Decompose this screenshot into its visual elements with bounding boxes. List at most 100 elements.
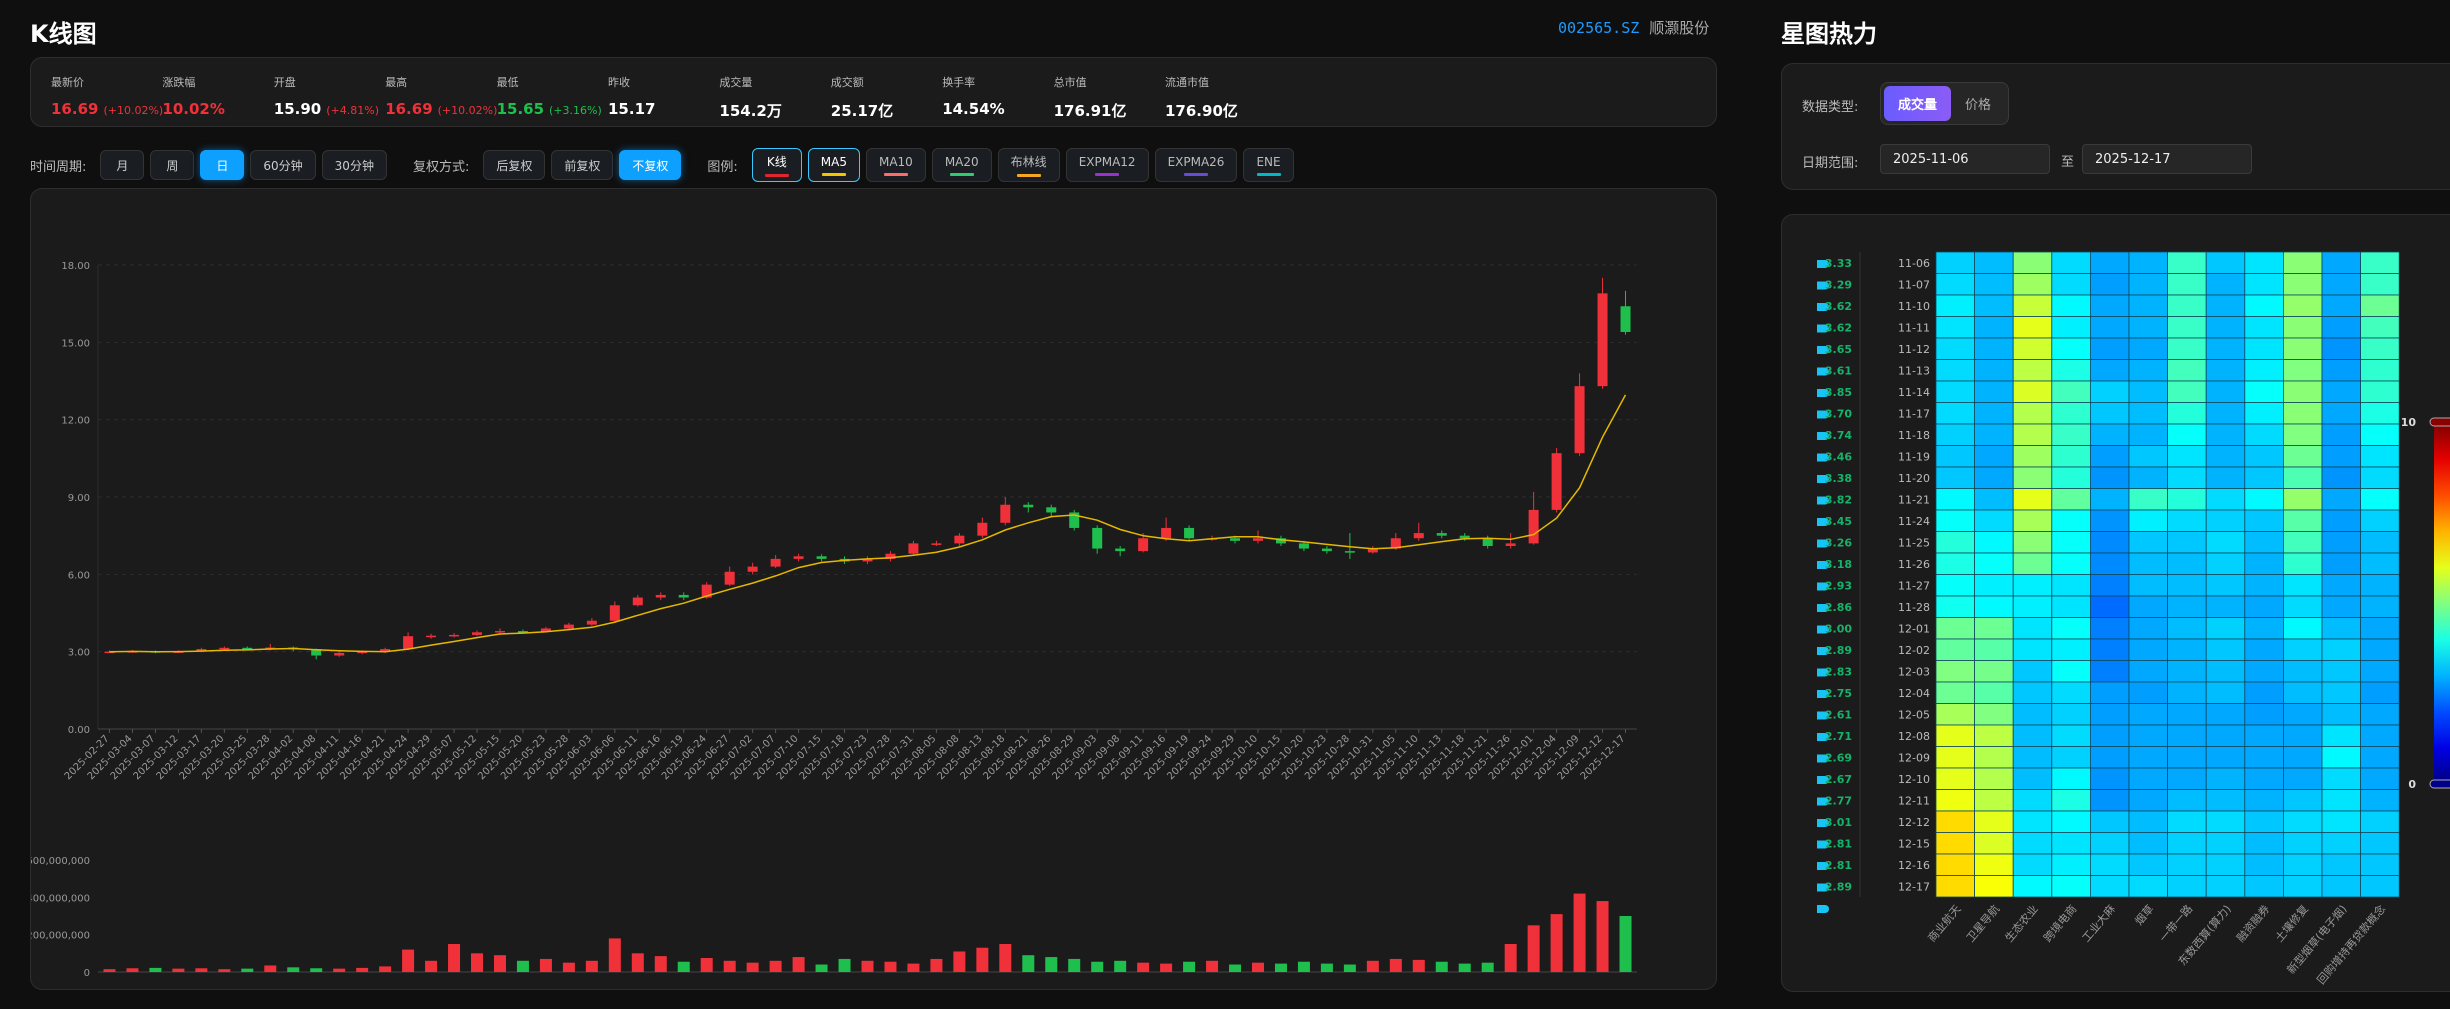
heatmap-cell[interactable] (2321, 875, 2361, 898)
heatmap-cell[interactable] (1974, 574, 2014, 597)
heatmap-cell[interactable] (2244, 359, 2284, 382)
heatmap-cell[interactable] (2205, 853, 2246, 876)
heatmap-cell[interactable] (2012, 681, 2053, 704)
kline-chart[interactable]: 0.003.006.009.0012.0015.0018.002025-02-2… (26, 189, 1718, 991)
heatmap-cell[interactable] (2128, 294, 2168, 317)
volume-bar[interactable] (1160, 963, 1173, 972)
heatmap-cell[interactable] (2244, 273, 2284, 296)
volume-bar[interactable] (1458, 963, 1471, 972)
candle[interactable] (1230, 538, 1241, 541)
heatmap-cell[interactable] (2360, 875, 2400, 898)
heatmap-cell[interactable] (2360, 402, 2400, 425)
heatmap-cell[interactable] (2282, 251, 2323, 274)
heatmap-cell[interactable] (2089, 853, 2130, 876)
date-to-input[interactable] (2082, 144, 2252, 174)
heatmap-cell[interactable] (2128, 767, 2168, 790)
period-button-3[interactable]: 60分钟 (250, 150, 316, 180)
heatmap-cell[interactable] (2012, 724, 2053, 747)
candle[interactable] (908, 543, 919, 554)
heatmap-cell[interactable] (2205, 767, 2246, 790)
heatmap-cell[interactable] (2012, 509, 2053, 532)
heatmap-cell[interactable] (2128, 853, 2168, 876)
candle[interactable] (1298, 543, 1309, 549)
volume-bar[interactable] (861, 960, 874, 972)
volume-bar[interactable] (1596, 901, 1609, 972)
volume-bar[interactable] (1206, 960, 1219, 972)
candle[interactable] (1482, 538, 1493, 546)
volume-bar[interactable] (471, 953, 484, 972)
heatmap-cell[interactable] (2051, 488, 2091, 511)
heatmap-cell[interactable] (2205, 875, 2246, 898)
heatmap-cell[interactable] (2051, 810, 2091, 833)
volume-bar[interactable] (1320, 963, 1333, 972)
volume-bar[interactable] (1114, 960, 1127, 972)
heatmap-cell[interactable] (2051, 509, 2091, 532)
heatmap-cell[interactable] (1974, 531, 2014, 554)
heatmap-cell[interactable] (2051, 724, 2091, 747)
heatmap-cell[interactable] (1974, 789, 2014, 812)
heatmap-cell[interactable] (2244, 595, 2284, 618)
volume-bar[interactable] (149, 967, 162, 972)
heatmap-cell[interactable] (2282, 273, 2323, 296)
heatmap-cell[interactable] (2244, 380, 2284, 403)
heatmap-cell[interactable] (2321, 251, 2361, 274)
candle[interactable] (1597, 293, 1608, 387)
heatmap-cell[interactable] (2360, 832, 2400, 855)
heatmap-cell[interactable] (2089, 552, 2130, 575)
colorbar-min-handle[interactable] (2429, 779, 2450, 789)
heatmap-cell[interactable] (2051, 703, 2091, 726)
heatmap-cell[interactable] (2205, 574, 2246, 597)
candle[interactable] (1505, 543, 1516, 546)
heatmap-cell[interactable] (2089, 681, 2130, 704)
heatmap-cell[interactable] (2128, 595, 2168, 618)
legend-toggle-1[interactable]: MA5 (807, 148, 860, 182)
heatmap-cell[interactable] (2282, 466, 2323, 489)
heatmap-cell[interactable] (2321, 273, 2361, 296)
heatmap-cell[interactable] (1935, 832, 1975, 855)
heatmap-cell[interactable] (2282, 402, 2323, 425)
heatmap-cell[interactable] (2244, 638, 2284, 661)
heatmap-cell[interactable] (2089, 574, 2130, 597)
volume-bar[interactable] (1527, 925, 1540, 972)
heatmap-cell[interactable] (2360, 294, 2400, 317)
candle[interactable] (977, 522, 988, 536)
heatmap-cell[interactable] (2089, 832, 2130, 855)
volume-bar[interactable] (815, 964, 828, 972)
heatmap-cell[interactable] (1935, 552, 1975, 575)
heatmap-cell[interactable] (2244, 703, 2284, 726)
heatmap-cell[interactable] (2089, 423, 2130, 446)
heatmap-cell[interactable] (2205, 423, 2246, 446)
volume-bar[interactable] (1573, 893, 1586, 972)
heatmap-cell[interactable] (2205, 380, 2246, 403)
heatmap-cell[interactable] (2321, 359, 2361, 382)
heatmap-cell[interactable] (1935, 337, 1975, 360)
heatmap-cell[interactable] (2051, 617, 2091, 640)
candle[interactable] (770, 558, 781, 567)
heatmap-cell[interactable] (2012, 574, 2053, 597)
volume-bar[interactable] (1343, 964, 1356, 972)
volume-bar[interactable] (356, 967, 369, 972)
heatmap-cell[interactable] (2321, 445, 2361, 468)
heatmap-cell[interactable] (2167, 445, 2207, 468)
heatmap-cell[interactable] (2012, 423, 2053, 446)
heatmap-cell[interactable] (2128, 316, 2168, 339)
heatmap-cell[interactable] (1974, 810, 2014, 833)
candle[interactable] (632, 597, 643, 606)
heatmap-cell[interactable] (1974, 681, 2014, 704)
heatmap-cell[interactable] (2205, 531, 2246, 554)
heatmap-cell[interactable] (2128, 574, 2168, 597)
heatmap-cell[interactable] (2167, 660, 2207, 683)
heatmap-cell[interactable] (1974, 380, 2014, 403)
heatmap-cell[interactable] (2282, 316, 2323, 339)
heatmap-cell[interactable] (2205, 638, 2246, 661)
volume-bar[interactable] (516, 960, 529, 972)
heatmap-cell[interactable] (1974, 853, 2014, 876)
heatmap-cell[interactable] (2360, 574, 2400, 597)
heatmap-cell[interactable] (2167, 875, 2207, 898)
candle[interactable] (609, 605, 620, 621)
heatmap-cell[interactable] (1935, 574, 1975, 597)
heatmap-cell[interactable] (2012, 638, 2053, 661)
volume-bar[interactable] (264, 965, 277, 972)
candle[interactable] (747, 566, 758, 572)
heatmap-cell[interactable] (2089, 638, 2130, 661)
